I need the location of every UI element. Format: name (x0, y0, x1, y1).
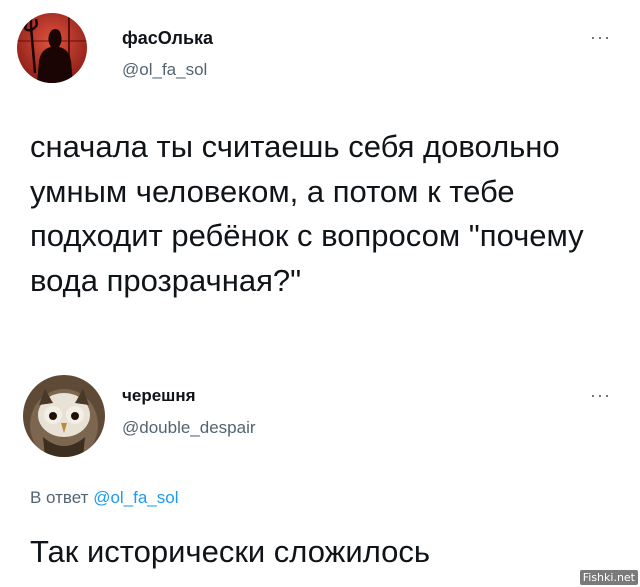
reply-text: Так исторически сложилось (30, 534, 431, 569)
reply-to-mention[interactable]: @ol_fa_sol (93, 488, 178, 507)
tweet-text: сначала ты считаешь себя довольно умным … (30, 129, 584, 298)
reply-more-options-icon[interactable]: ··· (590, 386, 611, 404)
author-handle[interactable]: @ol_fa_sol (122, 60, 207, 80)
devil-silhouette-avatar-icon (17, 13, 87, 83)
owl-avatar-icon (23, 375, 105, 457)
author-avatar[interactable] (17, 13, 87, 83)
more-options-icon[interactable]: ··· (590, 28, 611, 46)
reply-author-name[interactable]: черешня (122, 386, 196, 406)
reply-author-handle[interactable]: @double_despair (122, 418, 256, 438)
watermark: Fishki.net (579, 570, 638, 585)
reply-to-line: В ответ @ol_fa_sol (30, 488, 179, 508)
reply-author-avatar[interactable] (23, 375, 105, 457)
author-name[interactable]: фасОлька (122, 28, 213, 49)
reply-to-prefix: В ответ (30, 488, 89, 507)
tweet-screenshot: фасОлька @ol_fa_sol ··· сначала ты счита… (0, 0, 640, 587)
